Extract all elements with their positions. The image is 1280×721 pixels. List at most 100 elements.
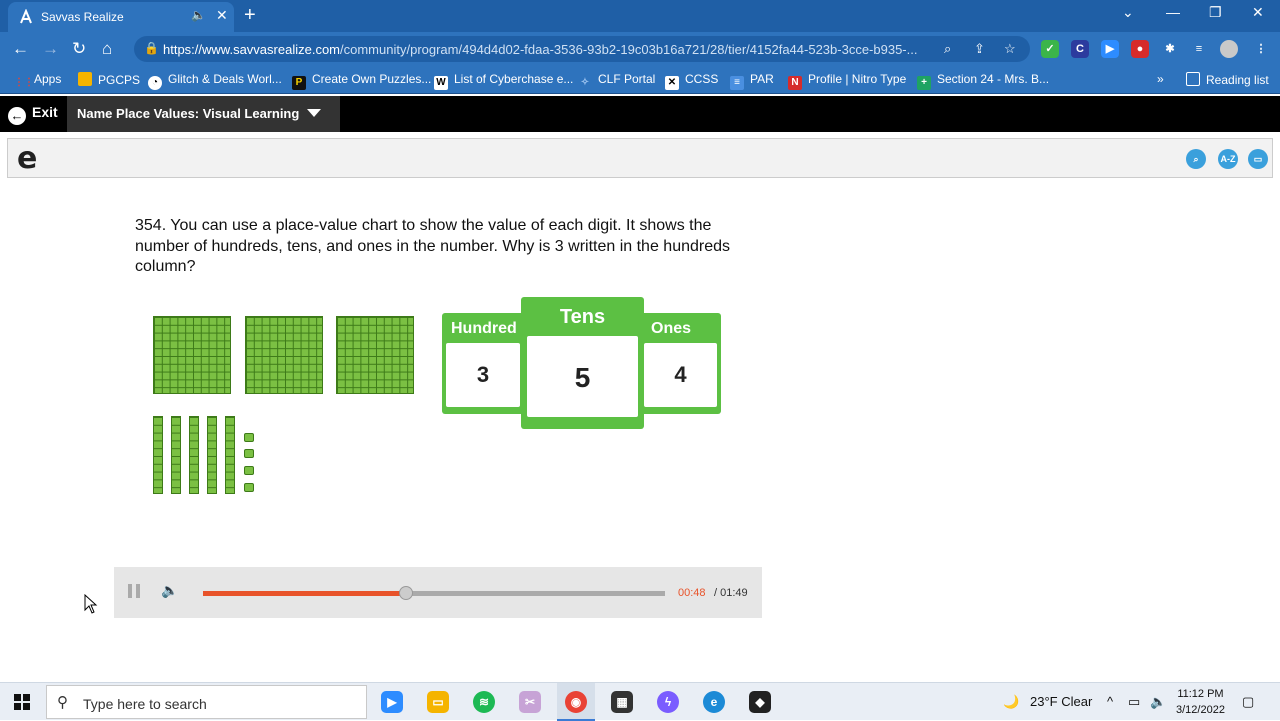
zoom-extension-icon[interactable]: ▶ (1101, 40, 1119, 58)
volume-icon[interactable]: 🔈 (161, 582, 178, 599)
extensions-puzzle-icon[interactable]: ✱ (1161, 40, 1179, 58)
chat-tool-icon[interactable]: ▭ (1248, 149, 1268, 169)
back-button[interactable]: ← (12, 39, 29, 59)
lock-icon: 🔒 (144, 41, 159, 55)
bookmark-clf-portal[interactable]: ✧ CLF Portal (578, 72, 656, 90)
lesson-dropdown[interactable]: Name Place Values: Visual Learning (67, 96, 340, 132)
seek-handle[interactable] (399, 586, 414, 600)
reading-mode-icon[interactable]: ≡ (1190, 40, 1208, 58)
current-time: 00:48 (678, 587, 706, 599)
bookmark-pgcps[interactable]: PGCPS (78, 72, 140, 87)
messenger-icon[interactable]: ϟ (657, 691, 679, 713)
ten-rod-block (207, 416, 217, 494)
question-text: 354. You can use a place-value chart to … (135, 217, 731, 275)
ccss-icon: ✕ (665, 76, 679, 90)
zoom-app-icon[interactable]: ▶ (381, 691, 403, 713)
extension-c-icon[interactable]: C (1071, 40, 1089, 58)
bookmark-section-24[interactable]: + Section 24 - Mrs. B... (917, 72, 1049, 90)
forward-button[interactable]: → (42, 39, 59, 59)
browser-tab-savvas[interactable]: Savvas Realize 🔈 ✕ (8, 2, 234, 32)
bookmark-glitch[interactable]: ◔ Glitch & Deals Worl... (148, 72, 282, 90)
share-icon[interactable]: ⇪ (974, 41, 985, 57)
app-icon[interactable]: ◆ (749, 691, 771, 713)
etext-logo-icon: e (17, 141, 38, 176)
caret-down-icon (307, 109, 322, 117)
wikipedia-icon: W (434, 76, 448, 90)
app-header: ← Exit Name Place Values: Visual Learning (0, 96, 1280, 132)
folder-icon (78, 72, 92, 86)
bookmark-cyberchase[interactable]: W List of Cyberchase e... (434, 72, 573, 90)
spotify-icon[interactable]: ≋ (473, 691, 495, 713)
ones-value: 4 (644, 343, 717, 407)
extension-red-icon[interactable]: ● (1131, 40, 1149, 58)
tens-column: Tens 5 (521, 297, 644, 429)
bookmarks-bar: ⋮⋮Apps PGCPS ◔ Glitch & Deals Worl... P Cr… (0, 66, 1280, 94)
glitch-icon: ◔ (148, 76, 162, 90)
pause-button[interactable] (128, 584, 140, 598)
bookmark-nitro-type[interactable]: N Profile | Nitro Type (788, 72, 906, 90)
tab-search-icon[interactable]: ⌄ (1122, 4, 1134, 21)
weather-text[interactable]: 23°F Clear (1030, 694, 1092, 709)
bookmark-puzzles[interactable]: P Create Own Puzzles... (292, 72, 431, 90)
ten-rod-block (189, 416, 199, 494)
clock-date: 3/12/2022 (1176, 704, 1225, 716)
bookmark-apps[interactable]: ⋮⋮Apps (14, 72, 61, 90)
restore-button[interactable]: ❐ (1209, 4, 1222, 21)
media-app-icon[interactable]: ▦ (611, 691, 633, 713)
hundreds-value: 3 (446, 343, 520, 407)
chrome-icon[interactable]: ◉ (565, 691, 587, 713)
document-icon: ≡ (730, 76, 744, 90)
close-window-button[interactable]: ✕ (1252, 4, 1264, 21)
address-bar[interactable]: 🔒 https://www.savvasrealize.com/communit… (134, 36, 1030, 62)
windows-taskbar: ⚲ Type here to search ▶ ▭ ≋ ✂ ◉ ▦ ϟ e ◆ … (0, 682, 1280, 721)
reading-list-button[interactable]: Reading list (1186, 72, 1269, 87)
file-explorer-icon[interactable]: ▭ (427, 691, 449, 713)
seek-progress (203, 591, 407, 596)
taskbar-search-box[interactable]: ⚲ Type here to search (46, 685, 367, 719)
clock-time: 11:12 PM (1177, 688, 1224, 700)
battery-icon[interactable]: ▭ (1128, 694, 1140, 710)
reload-button[interactable]: ↻ (72, 39, 86, 59)
seek-bar[interactable] (203, 586, 665, 600)
audio-player: 🔈 00:48 / 01:49 (114, 567, 762, 618)
profile-avatar[interactable] (1220, 40, 1238, 58)
home-button[interactable]: ⌂ (102, 39, 112, 59)
puzzle-site-icon: P (292, 76, 306, 90)
taskbar-clock[interactable]: 11:12 PM 3/12/2022 (1176, 686, 1225, 718)
search-tool-icon[interactable]: ⌕ (1186, 149, 1206, 169)
more-bookmarks-icon[interactable]: » (1157, 72, 1164, 86)
edge-icon[interactable]: e (703, 691, 725, 713)
bookmark-par[interactable]: ≡ PAR (730, 72, 774, 90)
ten-rod-block (225, 416, 235, 494)
ten-rod-block (153, 416, 163, 494)
tray-chevron-icon[interactable]: ^ (1107, 694, 1113, 709)
exit-button[interactable]: ← Exit (8, 104, 58, 125)
savvas-favicon-icon (18, 9, 34, 25)
new-tab-button[interactable]: + (244, 4, 256, 27)
search-placeholder: Type here to search (83, 696, 207, 712)
hundred-flat-block (245, 316, 323, 394)
tab-title: Savvas Realize (41, 10, 124, 24)
speaker-icon[interactable]: 🔈 (1150, 694, 1166, 710)
hundreds-header: Hundred (451, 320, 517, 337)
apps-grid-icon: ⋮⋮ (14, 77, 34, 88)
minimize-button[interactable]: — (1166, 4, 1180, 20)
hundred-flat-block (153, 316, 231, 394)
zoom-search-icon[interactable]: ⌕ (944, 41, 951, 57)
browser-menu-icon[interactable]: ⋮ (1252, 40, 1270, 58)
extension-green-icon[interactable]: ✓ (1041, 40, 1059, 58)
tab-audio-icon[interactable]: 🔈 (191, 8, 206, 22)
total-time: / 01:49 (714, 587, 748, 599)
windows-start-icon[interactable] (14, 694, 30, 710)
bookmark-star-icon[interactable]: ☆ (1004, 41, 1016, 57)
glossary-az-icon[interactable]: A-Z (1218, 149, 1238, 169)
snipping-tool-icon[interactable]: ✂ (519, 691, 541, 713)
notifications-icon[interactable]: ▢ (1242, 694, 1254, 710)
hundreds-column: Hundred 3 (442, 313, 524, 414)
weather-icon: 🌙 (1003, 694, 1020, 709)
tab-close-icon[interactable]: ✕ (216, 7, 228, 24)
tens-value: 5 (527, 336, 638, 417)
nitro-type-icon: N (788, 76, 802, 90)
bookmark-ccss[interactable]: ✕ CCSS (665, 72, 718, 90)
one-unit-block (244, 449, 254, 458)
